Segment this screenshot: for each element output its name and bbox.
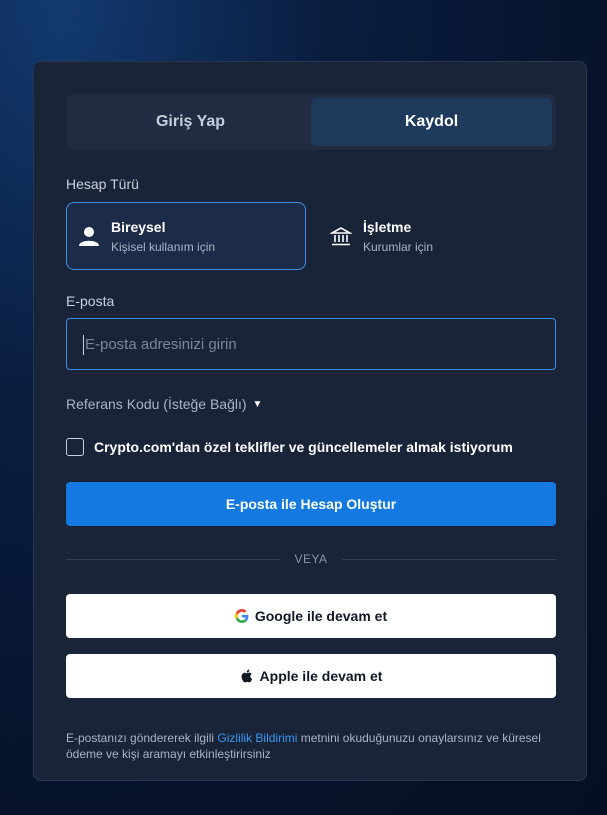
- account-option-individual[interactable]: Bireysel Kişisel kullanım için: [66, 202, 306, 270]
- text-caret: [83, 335, 84, 355]
- google-signin-button[interactable]: Google ile devam et: [66, 594, 556, 638]
- account-option-individual-subtitle: Kişisel kullanım için: [111, 239, 216, 254]
- account-option-business[interactable]: İşletme Kurumlar için: [318, 202, 558, 270]
- google-icon: [234, 609, 249, 623]
- referral-code-label: Referans Kodu (İsteğe Bağlı): [66, 396, 247, 412]
- signup-card: Giriş Yap Kaydol Hesap Türü Bireysel Kiş…: [33, 61, 587, 781]
- apple-signin-button[interactable]: Apple ile devam et: [66, 654, 556, 698]
- account-option-individual-title: Bireysel: [111, 218, 166, 235]
- google-button-label: Google ile devam et: [254, 608, 388, 624]
- user-icon: [77, 224, 101, 248]
- apple-button-label: Apple ile devam et: [259, 668, 383, 684]
- divider-line-left: [66, 558, 281, 560]
- auth-tabs: Giriş Yap Kaydol: [66, 94, 556, 150]
- tab-signup[interactable]: Kaydol: [311, 98, 552, 146]
- email-input[interactable]: [83, 334, 555, 354]
- legal-text-before: E-postanızı göndererek ilgili: [66, 731, 218, 745]
- account-type-label: Hesap Türü: [66, 176, 139, 192]
- tab-login[interactable]: Giriş Yap: [70, 98, 311, 146]
- account-option-business-title: İşletme: [363, 218, 412, 235]
- referral-code-toggle[interactable]: Referans Kodu (İsteğe Bağlı) ▼: [66, 396, 262, 412]
- or-text: VEYA: [294, 552, 328, 566]
- privacy-notice-link[interactable]: Gizlilik Bildirimi: [217, 731, 297, 745]
- or-divider: VEYA: [66, 552, 556, 566]
- offers-checkbox[interactable]: [66, 438, 84, 456]
- create-account-button[interactable]: E-posta ile Hesap Oluştur: [66, 482, 556, 526]
- legal-notice: E-postanızı göndererek ilgili Gizlilik B…: [66, 730, 556, 762]
- email-label: E-posta: [66, 293, 115, 309]
- caret-down-icon: ▼: [252, 398, 263, 410]
- offers-checkbox-row: Crypto.com'dan özel teklifler ve güncell…: [66, 438, 513, 456]
- account-option-business-subtitle: Kurumlar için: [363, 239, 434, 254]
- apple-icon: [240, 669, 254, 683]
- offers-checkbox-label: Crypto.com'dan özel teklifler ve güncell…: [94, 439, 513, 455]
- bank-icon: [329, 224, 353, 248]
- divider-line-right: [341, 558, 556, 560]
- email-field-container: [66, 318, 556, 370]
